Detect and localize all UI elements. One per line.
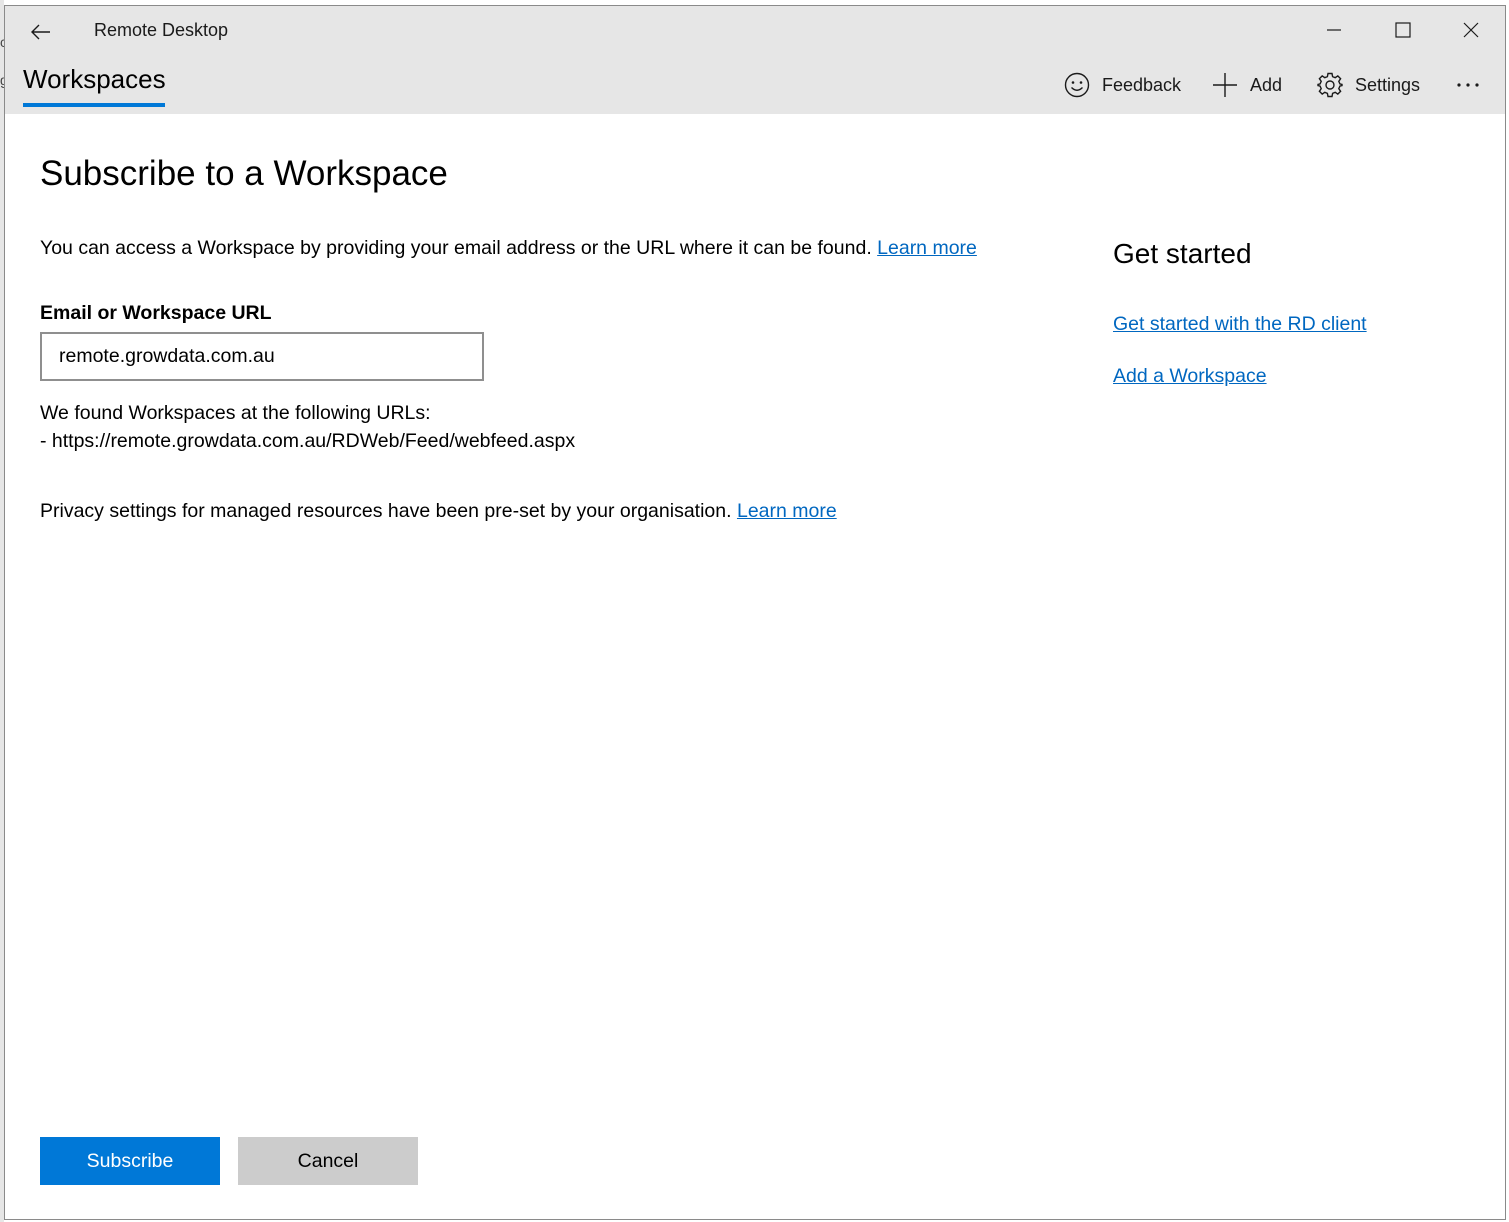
maximize-icon bbox=[1395, 22, 1411, 38]
get-started-rd-client-link[interactable]: Get started with the RD client bbox=[1113, 313, 1367, 336]
found-workspace-url: - https://remote.growdata.com.au/RDWeb/F… bbox=[40, 430, 576, 452]
more-ellipsis-icon bbox=[1457, 83, 1479, 87]
add-button[interactable]: Add bbox=[1212, 70, 1282, 100]
app-title: Remote Desktop bbox=[94, 20, 229, 40]
minimize-icon bbox=[1327, 29, 1341, 31]
settings-label: Settings bbox=[1355, 74, 1421, 95]
back-arrow-icon bbox=[31, 24, 50, 40]
description-text: You can access a Workspace by providing … bbox=[40, 237, 977, 260]
title-bar: Remote Desktop Workspaces Feedback Add S… bbox=[5, 6, 1505, 114]
gear-icon bbox=[1317, 72, 1343, 98]
more-button[interactable] bbox=[1451, 70, 1485, 100]
tab-workspaces[interactable]: Workspaces bbox=[23, 64, 166, 95]
feedback-button[interactable]: Feedback bbox=[1064, 70, 1181, 100]
back-button[interactable] bbox=[23, 14, 59, 50]
get-started-heading: Get started bbox=[1113, 238, 1252, 269]
add-label: Add bbox=[1250, 74, 1283, 95]
tab-active-indicator bbox=[23, 103, 165, 107]
description-body: You can access a Workspace by providing … bbox=[40, 237, 872, 259]
privacy-learn-more-link[interactable]: Learn more bbox=[737, 500, 837, 522]
privacy-text: Privacy settings for managed resources h… bbox=[40, 500, 837, 523]
plus-icon bbox=[1213, 73, 1237, 97]
maximize-button[interactable] bbox=[1380, 12, 1426, 48]
smiley-icon bbox=[1064, 72, 1090, 98]
learn-more-link[interactable]: Learn more bbox=[877, 237, 977, 259]
close-button[interactable] bbox=[1448, 12, 1494, 48]
cancel-button[interactable]: Cancel bbox=[238, 1137, 418, 1185]
page-title: Subscribe to a Workspace bbox=[40, 154, 448, 193]
add-workspace-link[interactable]: Add a Workspace bbox=[1113, 365, 1267, 388]
close-icon bbox=[1463, 22, 1479, 38]
subscribe-button[interactable]: Subscribe bbox=[40, 1137, 220, 1185]
remote-desktop-window: Remote Desktop Workspaces Feedback Add S… bbox=[4, 5, 1506, 1220]
email-url-label: Email or Workspace URL bbox=[40, 302, 272, 324]
email-url-input[interactable] bbox=[40, 332, 484, 381]
settings-button[interactable]: Settings bbox=[1317, 70, 1420, 100]
minimize-button[interactable] bbox=[1311, 12, 1357, 48]
feedback-label: Feedback bbox=[1102, 74, 1182, 95]
privacy-body: Privacy settings for managed resources h… bbox=[40, 500, 732, 522]
found-workspaces-text: We found Workspaces at the following URL… bbox=[40, 402, 431, 424]
